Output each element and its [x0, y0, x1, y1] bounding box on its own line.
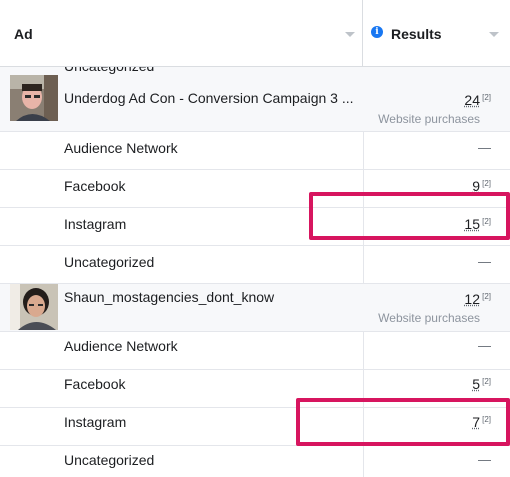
results-value[interactable]: 5	[472, 376, 480, 392]
ad-column-header[interactable]: Ad	[0, 0, 363, 66]
ad-name[interactable]: Underdog Ad Con - Conversion Campaign 3 …	[64, 90, 354, 106]
results-type: Website purchases	[378, 112, 480, 126]
placement-label: Uncategorized	[64, 254, 155, 270]
breakdown-row-uncategorized: Uncategorized —	[0, 446, 510, 477]
results-column-header[interactable]: i Results	[364, 0, 510, 66]
placement-label: Facebook	[64, 376, 126, 392]
results-sort-caret-icon[interactable]	[489, 32, 499, 37]
results-value[interactable]: 24	[464, 92, 480, 108]
results-footnote: [2]	[482, 377, 491, 386]
breakdown-row-audience-network: Audience Network —	[0, 332, 510, 370]
ad-thumbnail[interactable]	[10, 75, 58, 121]
placement-label: Audience Network	[64, 140, 178, 156]
results-footnote: [2]	[482, 292, 491, 301]
placement-label: Audience Network	[64, 338, 178, 354]
results-type: Website purchases	[378, 311, 480, 325]
highlight-box	[296, 398, 510, 446]
breakdown-row-audience-network: Audience Network —	[0, 132, 510, 170]
ad-column-label: Ad	[14, 26, 33, 42]
ad-row[interactable]: Shaun_mostagencies_dont_know 12 [2] Webs…	[0, 284, 510, 332]
results-footnote: [2]	[482, 93, 491, 102]
ad-thumbnail[interactable]	[10, 284, 58, 330]
placement-label: Uncategorized	[64, 452, 155, 468]
placement-label: Instagram	[64, 414, 127, 430]
results-value[interactable]: 12	[464, 291, 480, 307]
ad-row[interactable]: Underdog Ad Con - Conversion Campaign 3 …	[0, 66, 510, 132]
results-footnote: [2]	[482, 179, 491, 188]
placement-label: Instagram	[64, 216, 127, 232]
empty-value-dash: —	[478, 338, 491, 353]
highlight-box	[309, 192, 510, 240]
info-icon[interactable]: i	[371, 26, 383, 38]
empty-value-dash: —	[478, 254, 491, 269]
empty-value-dash: —	[478, 452, 491, 467]
ad-name[interactable]: Shaun_mostagencies_dont_know	[64, 289, 274, 305]
ad-sort-caret-icon[interactable]	[345, 32, 355, 37]
empty-value-dash: —	[478, 140, 491, 155]
results-column-label: Results	[391, 26, 442, 42]
breakdown-row-uncategorized: Uncategorized —	[0, 246, 510, 284]
table-header: Ad i Results	[0, 0, 510, 67]
placement-label: Facebook	[64, 178, 126, 194]
